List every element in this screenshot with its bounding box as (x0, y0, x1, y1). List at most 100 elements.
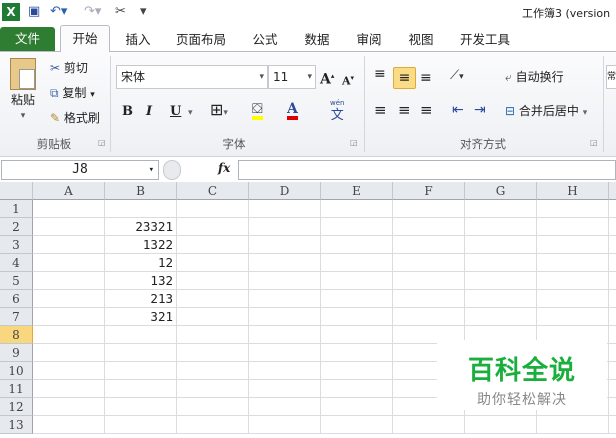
cell[interactable] (105, 380, 177, 398)
cell[interactable] (177, 290, 249, 308)
cell[interactable] (177, 308, 249, 326)
cell[interactable] (33, 398, 105, 416)
cell[interactable] (177, 416, 249, 434)
align-left-icon[interactable]: ≡ (374, 102, 387, 118)
cell[interactable] (105, 200, 177, 218)
bold-button[interactable]: B (122, 104, 133, 120)
align-right-icon[interactable]: ≡ (420, 102, 433, 118)
fill-color-icon[interactable]: ⛋ (252, 102, 263, 120)
tab-insert[interactable]: 插入 (118, 28, 158, 52)
cell[interactable] (609, 344, 616, 362)
cell[interactable] (465, 254, 537, 272)
column-header[interactable]: H (537, 182, 609, 200)
cell[interactable] (33, 380, 105, 398)
cell[interactable] (609, 236, 616, 254)
cell[interactable] (177, 344, 249, 362)
column-header[interactable]: F (393, 182, 465, 200)
cell[interactable]: 213 (105, 290, 177, 308)
tab-developer[interactable]: 开发工具 (454, 28, 516, 52)
cell[interactable] (465, 416, 537, 434)
cell[interactable] (177, 254, 249, 272)
row-header[interactable]: 7 (0, 308, 33, 326)
row-header[interactable]: 12 (0, 398, 33, 416)
font-color-icon[interactable]: A (287, 102, 298, 120)
redo-icon[interactable]: ↷▾ (84, 3, 101, 21)
phonetic-icon[interactable]: wén 文 (330, 99, 344, 124)
align-middle-icon[interactable]: ≡ (393, 67, 416, 89)
cell[interactable] (249, 362, 321, 380)
row-header[interactable]: 11 (0, 380, 33, 398)
cell[interactable] (321, 218, 393, 236)
cell[interactable] (33, 272, 105, 290)
cell[interactable] (177, 272, 249, 290)
cell[interactable] (609, 362, 616, 380)
cell[interactable] (393, 254, 465, 272)
cell[interactable] (177, 326, 249, 344)
grow-font-icon[interactable]: A▴ (320, 68, 334, 88)
cell[interactable] (537, 272, 609, 290)
cell[interactable] (465, 308, 537, 326)
cell[interactable] (609, 308, 616, 326)
cell[interactable] (33, 326, 105, 344)
cell[interactable] (465, 272, 537, 290)
save-icon[interactable]: ▣ (28, 3, 40, 21)
cell[interactable] (609, 416, 616, 434)
dialog-launcher-icon[interactable]: ◲ (350, 138, 358, 147)
font-size-combo[interactable]: 11 ▾ (268, 65, 316, 89)
row-header[interactable]: 3 (0, 236, 33, 254)
tab-view[interactable]: 视图 (402, 28, 440, 52)
cell[interactable] (609, 398, 616, 416)
cell[interactable] (249, 416, 321, 434)
cell[interactable] (177, 362, 249, 380)
cell[interactable] (321, 308, 393, 326)
cell[interactable] (105, 344, 177, 362)
font-name-combo[interactable]: 宋体 ▾ (116, 65, 268, 89)
cut-button[interactable]: ✂ 剪切 (50, 60, 88, 76)
cell[interactable] (609, 326, 616, 344)
formula-input[interactable] (238, 160, 616, 180)
number-format-combo[interactable]: 常 (606, 65, 616, 89)
cell[interactable] (249, 380, 321, 398)
merge-center-button[interactable]: ⊟ 合并后居中 ▾ (505, 103, 587, 121)
cell[interactable] (537, 290, 609, 308)
cell[interactable] (33, 218, 105, 236)
cell[interactable] (249, 344, 321, 362)
tab-review[interactable]: 审阅 (350, 28, 388, 52)
row-header[interactable]: 6 (0, 290, 33, 308)
cell[interactable]: 132 (105, 272, 177, 290)
cell[interactable] (33, 290, 105, 308)
row-header[interactable]: 13 (0, 416, 33, 434)
column-header[interactable] (609, 182, 616, 200)
row-header[interactable]: 1 (0, 200, 33, 218)
cell[interactable] (249, 200, 321, 218)
cell[interactable] (249, 272, 321, 290)
cell[interactable] (249, 254, 321, 272)
dialog-launcher-icon[interactable]: ◲ (590, 138, 598, 147)
cell[interactable] (465, 236, 537, 254)
column-header[interactable]: D (249, 182, 321, 200)
name-box[interactable]: J8 ▾ (1, 160, 159, 180)
cell[interactable] (465, 290, 537, 308)
cell[interactable] (321, 398, 393, 416)
column-header[interactable]: G (465, 182, 537, 200)
row-header[interactable]: 9 (0, 344, 33, 362)
customize-icon[interactable]: ▾ (140, 3, 147, 21)
shrink-font-icon[interactable]: A▾ (342, 70, 354, 90)
cell[interactable] (321, 344, 393, 362)
cell[interactable] (249, 326, 321, 344)
cell[interactable] (105, 326, 177, 344)
cell[interactable] (33, 200, 105, 218)
cell[interactable] (177, 218, 249, 236)
row-header[interactable]: 4 (0, 254, 33, 272)
cell[interactable] (393, 308, 465, 326)
decrease-indent-icon[interactable]: ⇤ (452, 102, 464, 118)
cell[interactable] (177, 200, 249, 218)
cell[interactable] (33, 236, 105, 254)
cell[interactable] (321, 326, 393, 344)
tab-data[interactable]: 数据 (298, 28, 336, 52)
tools-icon[interactable]: ✂ (115, 3, 126, 21)
cell[interactable] (177, 398, 249, 416)
cell[interactable]: 1322 (105, 236, 177, 254)
cell[interactable] (393, 218, 465, 236)
cell[interactable] (177, 380, 249, 398)
